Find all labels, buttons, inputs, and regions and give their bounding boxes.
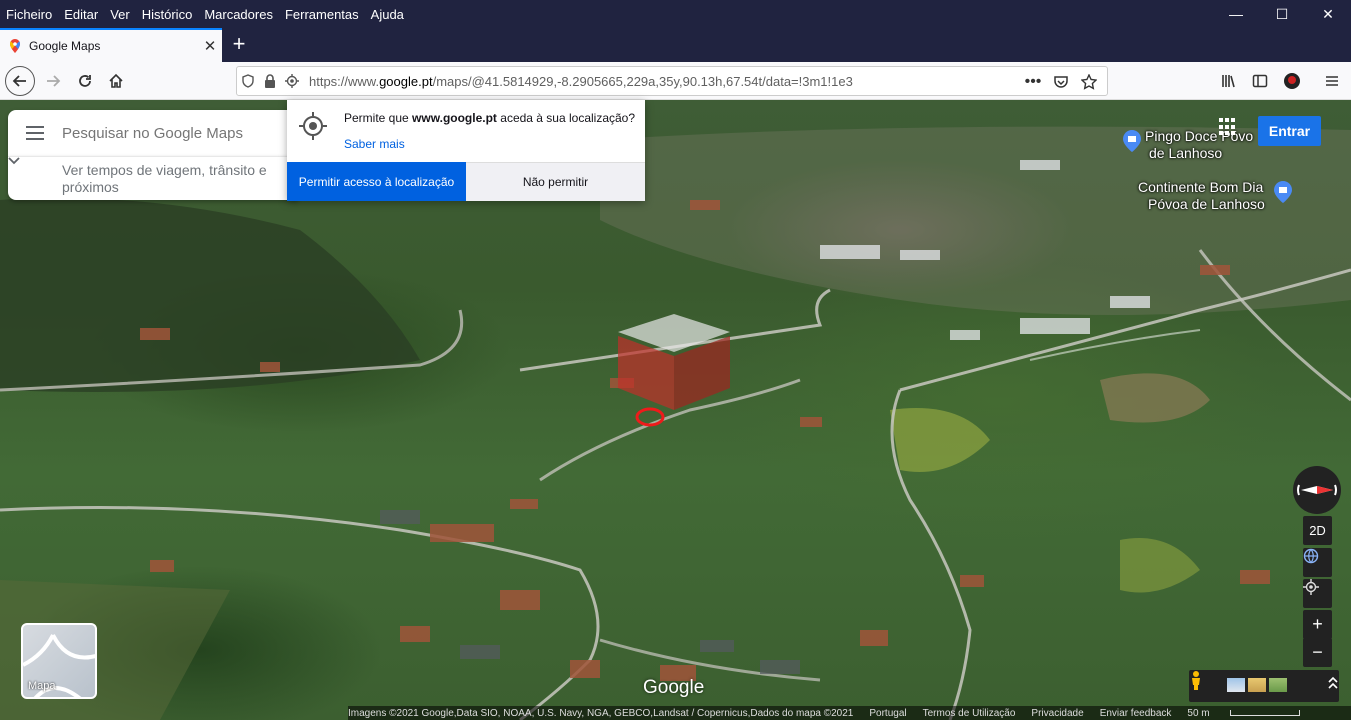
menu-marcadores[interactable]: Marcadores [198, 7, 279, 22]
reload-button[interactable] [70, 66, 100, 96]
shopping-pin-icon [1274, 181, 1292, 203]
permission-message: Permite que www.google.pt aceda à sua lo… [344, 111, 636, 125]
allow-location-button[interactable]: Permitir acesso à localização [287, 162, 466, 201]
lock-icon[interactable] [259, 66, 281, 96]
search-input[interactable] [62, 124, 292, 142]
extension-icon[interactable] [1277, 66, 1307, 96]
satellite-map-view[interactable]: Ver tempos de viagem, trânsito e próximo… [0, 100, 1351, 720]
arrow-right-icon [47, 75, 61, 87]
maps-favicon-icon [10, 39, 20, 53]
home-button[interactable] [101, 66, 131, 96]
pegman-icon[interactable] [1189, 670, 1203, 690]
reload-icon [79, 75, 91, 87]
red-circle-annotation [635, 407, 665, 427]
location-permission-popup: Permite que www.google.pt aceda à sua lo… [287, 100, 645, 201]
menu-ferramentas[interactable]: Ferramentas [279, 7, 365, 22]
close-window-button[interactable]: ✕ [1305, 0, 1351, 28]
menu-bar: Ficheiro Editar Ver Histórico Marcadores… [0, 0, 1351, 28]
zoom-in-button[interactable]: + [1303, 610, 1332, 639]
map-layer-switcher[interactable]: Mapa [21, 623, 97, 699]
imagery-thumb-3[interactable] [1269, 678, 1287, 692]
url-text: https://www.google.pt/maps/@41.5814929,-… [309, 73, 853, 89]
map-footer: Imagens ©2021 Google,Data SIO, NOAA, U.S… [348, 706, 1351, 720]
new-tab-button[interactable]: + [228, 31, 250, 59]
maps-menu-icon[interactable] [8, 110, 62, 156]
menu-ficheiro[interactable]: Ficheiro [0, 7, 58, 22]
tab-google-maps[interactable]: Google Maps ✕ [0, 28, 222, 62]
bookmark-star-icon[interactable] [1075, 67, 1103, 97]
country-link[interactable]: Portugal [869, 708, 906, 719]
library-icon[interactable] [1214, 66, 1244, 96]
feedback-link[interactable]: Enviar feedback [1100, 708, 1172, 719]
compass-control[interactable] [1293, 466, 1341, 514]
location-icon [299, 112, 327, 140]
tab-bar: Google Maps ✕ + [0, 28, 1351, 62]
page-actions-icon[interactable]: ••• [1019, 67, 1047, 97]
learn-more-link[interactable]: Saber mais [344, 137, 405, 151]
menu-historico[interactable]: Histórico [136, 7, 199, 22]
my-location-icon[interactable] [1303, 579, 1332, 608]
compass-icon [1297, 484, 1337, 496]
view-2d-button[interactable]: 2D [1303, 516, 1332, 545]
url-bar[interactable]: https://www.google.pt/maps/@41.5814929,-… [236, 66, 1108, 96]
menu-editar[interactable]: Editar [58, 7, 104, 22]
attribution-text: Imagens ©2021 Google,Data SIO, NOAA, U.S… [348, 707, 854, 719]
signin-button[interactable]: Entrar [1258, 116, 1321, 146]
scale-bar [1229, 709, 1300, 716]
home-icon [109, 73, 123, 88]
arrow-left-icon [12, 75, 26, 87]
menu-ver[interactable]: Ver [104, 7, 136, 22]
window-controls: — ☐ ✕ [1213, 0, 1351, 28]
travel-times-text: Ver tempos de viagem, trânsito e próximo… [62, 161, 267, 195]
imagery-thumb-2[interactable] [1248, 678, 1266, 692]
shield-icon[interactable] [237, 66, 259, 96]
location-permission-icon[interactable] [281, 66, 303, 96]
zoom-out-button[interactable]: − [1303, 638, 1332, 667]
close-tab-icon[interactable]: ✕ [198, 37, 222, 55]
tab-title: Google Maps [29, 39, 101, 53]
travel-times-panel[interactable]: Ver tempos de viagem, trânsito e próximo… [8, 156, 298, 200]
forward-button[interactable] [38, 66, 68, 96]
pocket-icon[interactable] [1047, 67, 1075, 97]
scale-label[interactable]: 50 m [1187, 708, 1300, 719]
google-logo: Google [643, 677, 705, 698]
terms-link[interactable]: Termos de Utilização [923, 708, 1016, 719]
menu-ajuda[interactable]: Ajuda [365, 7, 410, 22]
hamburger-menu-icon[interactable] [1317, 66, 1347, 96]
globe-icon[interactable] [1303, 548, 1332, 577]
search-box [8, 110, 298, 156]
privacy-link[interactable]: Privacidade [1031, 708, 1083, 719]
sidebar-icon[interactable] [1245, 66, 1275, 96]
maximize-button[interactable]: ☐ [1259, 0, 1305, 28]
shopping-pin-icon [1123, 130, 1141, 152]
google-apps-icon[interactable] [1219, 118, 1237, 136]
imagery-thumb-1[interactable] [1227, 678, 1245, 692]
back-button[interactable] [5, 66, 35, 96]
location-3d-marker [618, 314, 730, 410]
navigation-bar: https://www.google.pt/maps/@41.5814929,-… [0, 62, 1351, 100]
place-continente[interactable]: Continente Bom Dia Póvoa de Lanhoso [1138, 179, 1292, 213]
deny-location-button[interactable]: Não permitir [466, 162, 645, 201]
minimize-button[interactable]: — [1213, 0, 1259, 28]
imagery-panel [1189, 670, 1339, 702]
